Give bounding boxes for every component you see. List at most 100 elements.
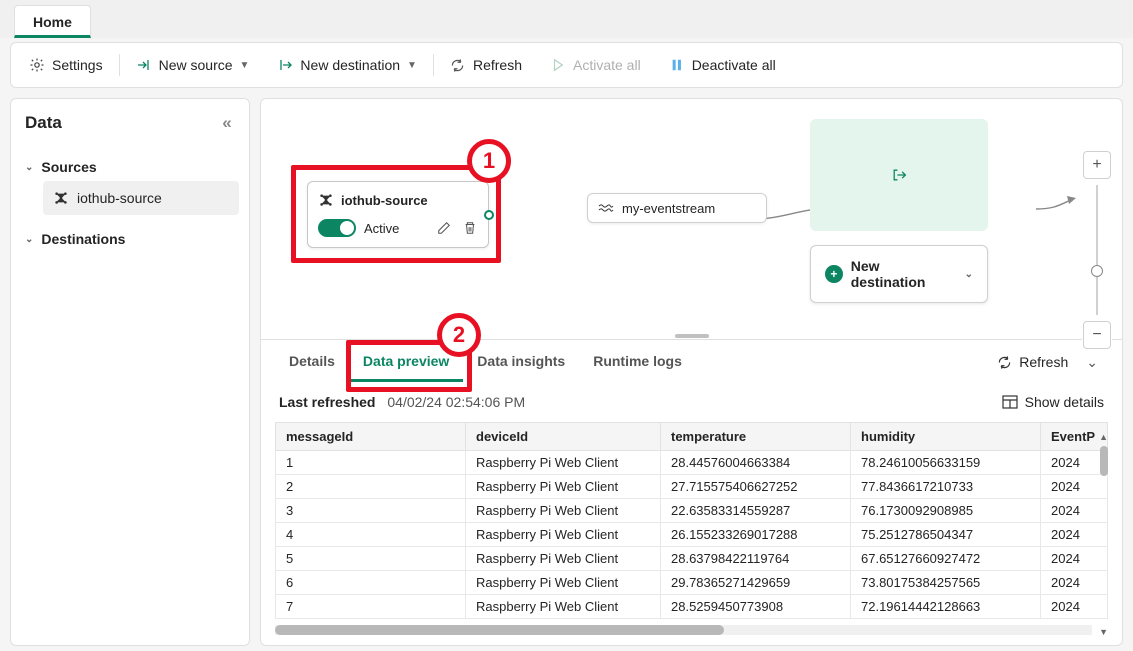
table-cell: 4: [276, 523, 466, 547]
settings-label: Settings: [52, 57, 103, 73]
data-preview-table: messageId deviceId temperature humidity …: [275, 422, 1108, 619]
table-cell: 7: [276, 595, 466, 619]
work-area: + iothub-source Active: [260, 98, 1123, 646]
scrollbar-thumb[interactable]: [275, 625, 724, 635]
new-destination-card[interactable]: + New destination ⌄: [810, 245, 988, 303]
tab-data-insights[interactable]: Data insights: [463, 342, 579, 382]
table-row[interactable]: 6Raspberry Pi Web Client29.7836527142965…: [276, 571, 1108, 595]
col-deviceid[interactable]: deviceId: [466, 423, 661, 451]
table-cell: 2: [276, 475, 466, 499]
table-cell: 5: [276, 547, 466, 571]
table-cell: 72.19614442128663: [851, 595, 1041, 619]
col-humidity[interactable]: humidity: [851, 423, 1041, 451]
table-row[interactable]: 3Raspberry Pi Web Client22.6358331455928…: [276, 499, 1108, 523]
table-cell: 29.78365271429659: [661, 571, 851, 595]
last-refreshed-label: Last refreshed: [279, 394, 375, 410]
zoom-in-button[interactable]: +: [1083, 151, 1111, 179]
show-details-label: Show details: [1025, 394, 1104, 410]
table-cell: Raspberry Pi Web Client: [466, 475, 661, 499]
refresh-icon: [450, 57, 466, 73]
scroll-down-arrow[interactable]: ▼: [1099, 627, 1108, 635]
table-cell: 1: [276, 451, 466, 475]
tree-sources[interactable]: ⌄ Sources: [21, 153, 239, 181]
data-table-wrapper: messageId deviceId temperature humidity …: [275, 422, 1108, 635]
refresh-button[interactable]: Refresh: [436, 43, 536, 87]
col-messageid[interactable]: messageId: [276, 423, 466, 451]
stream-label: my-eventstream: [622, 201, 715, 216]
last-refreshed-time: 04/02/24 02:54:06 PM: [387, 394, 525, 410]
annotation-circle-1: 1: [467, 139, 511, 183]
table-cell: 76.1730092908985: [851, 499, 1041, 523]
diagram-canvas[interactable]: + iothub-source Active: [261, 99, 1122, 339]
new-destination-label: New destination: [300, 57, 400, 73]
chevron-down-icon: ⌄: [965, 269, 973, 280]
collapse-icon[interactable]: «: [219, 115, 235, 131]
table-cell: Raspberry Pi Web Client: [466, 595, 661, 619]
new-source-label: New source: [159, 57, 233, 73]
panel-refresh-button[interactable]: Refresh: [996, 354, 1076, 370]
table-cell: 26.155233269017288: [661, 523, 851, 547]
table-cell: 28.5259450773908: [661, 595, 851, 619]
arrow-out-icon: [277, 57, 293, 73]
table-cell: 67.65127660927472: [851, 547, 1041, 571]
table-cell: Raspberry Pi Web Client: [466, 499, 661, 523]
table-row[interactable]: 1Raspberry Pi Web Client28.4457600466338…: [276, 451, 1108, 475]
table-row[interactable]: 2Raspberry Pi Web Client27.7155754066272…: [276, 475, 1108, 499]
table-cell: 6: [276, 571, 466, 595]
chevron-down-icon: ▼: [240, 60, 250, 71]
col-temperature[interactable]: temperature: [661, 423, 851, 451]
gear-icon: [29, 57, 45, 73]
table-cell: 28.44576004663384: [661, 451, 851, 475]
tab-details[interactable]: Details: [275, 342, 349, 382]
table-cell: 77.8436617210733: [851, 475, 1041, 499]
toolbar-separator: [433, 54, 434, 76]
new-source-button[interactable]: New source ▼: [122, 43, 264, 87]
tree-item-label: iothub-source: [77, 190, 162, 206]
scrollbar-thumb[interactable]: [1100, 446, 1108, 476]
vertical-scrollbar[interactable]: ▲ ▼: [1098, 446, 1108, 623]
bottom-panel: Details Data preview Data insights Runti…: [261, 339, 1122, 645]
toolbar: Settings New source ▼ New destination ▼ …: [10, 42, 1123, 88]
horizontal-scrollbar[interactable]: [275, 625, 1092, 635]
chevron-down-icon: ▼: [407, 60, 417, 71]
table-cell: 28.63798422119764: [661, 547, 851, 571]
panel-resize-handle[interactable]: [261, 333, 1122, 339]
table-cell: Raspberry Pi Web Client: [466, 547, 661, 571]
table-cell: Raspberry Pi Web Client: [466, 571, 661, 595]
deactivate-all-button[interactable]: Deactivate all: [655, 43, 790, 87]
plus-icon: +: [825, 265, 843, 283]
zoom-control: + −: [1082, 151, 1112, 349]
tab-runtime-logs[interactable]: Runtime logs: [579, 342, 696, 382]
annotation-circle-2: 2: [437, 313, 481, 357]
destination-drop-zone[interactable]: [810, 119, 988, 231]
play-icon: [550, 57, 566, 73]
panel-expand-button[interactable]: ⌄: [1076, 354, 1108, 371]
show-details-button[interactable]: Show details: [1002, 394, 1104, 410]
table-row[interactable]: 7Raspberry Pi Web Client28.5259450773908…: [276, 595, 1108, 619]
data-sidebar: Data « ⌄ Sources iothub-source ⌄ Destina…: [10, 98, 250, 646]
activate-all-button[interactable]: Activate all: [536, 43, 655, 87]
scroll-up-arrow[interactable]: ▲: [1099, 432, 1108, 442]
table-cell: 3: [276, 499, 466, 523]
table-cell: Raspberry Pi Web Client: [466, 523, 661, 547]
chevron-down-icon: ⌄: [25, 234, 33, 245]
new-destination-button[interactable]: New destination ▼: [263, 43, 431, 87]
sources-label: Sources: [41, 159, 96, 175]
tree-item-iothub-source[interactable]: iothub-source: [43, 181, 239, 215]
tree-destinations[interactable]: ⌄ Destinations: [21, 225, 239, 253]
arrow-in-icon: [136, 57, 152, 73]
table-cell: Raspberry Pi Web Client: [466, 451, 661, 475]
annotation-box-1: [291, 165, 501, 263]
table-row[interactable]: 5Raspberry Pi Web Client28.6379842211976…: [276, 547, 1108, 571]
iothub-icon: [53, 190, 69, 206]
settings-button[interactable]: Settings: [15, 43, 117, 87]
refresh-icon: [996, 354, 1012, 370]
sidebar-title: Data: [25, 113, 62, 133]
table-cell: 73.80175384257565: [851, 571, 1041, 595]
zoom-thumb[interactable]: [1091, 265, 1103, 277]
table-header-row: messageId deviceId temperature humidity …: [276, 423, 1108, 451]
zoom-slider[interactable]: [1096, 185, 1098, 315]
node-eventstream[interactable]: my-eventstream: [587, 193, 767, 223]
table-row[interactable]: 4Raspberry Pi Web Client26.1552332690172…: [276, 523, 1108, 547]
tab-home[interactable]: Home: [14, 5, 91, 38]
